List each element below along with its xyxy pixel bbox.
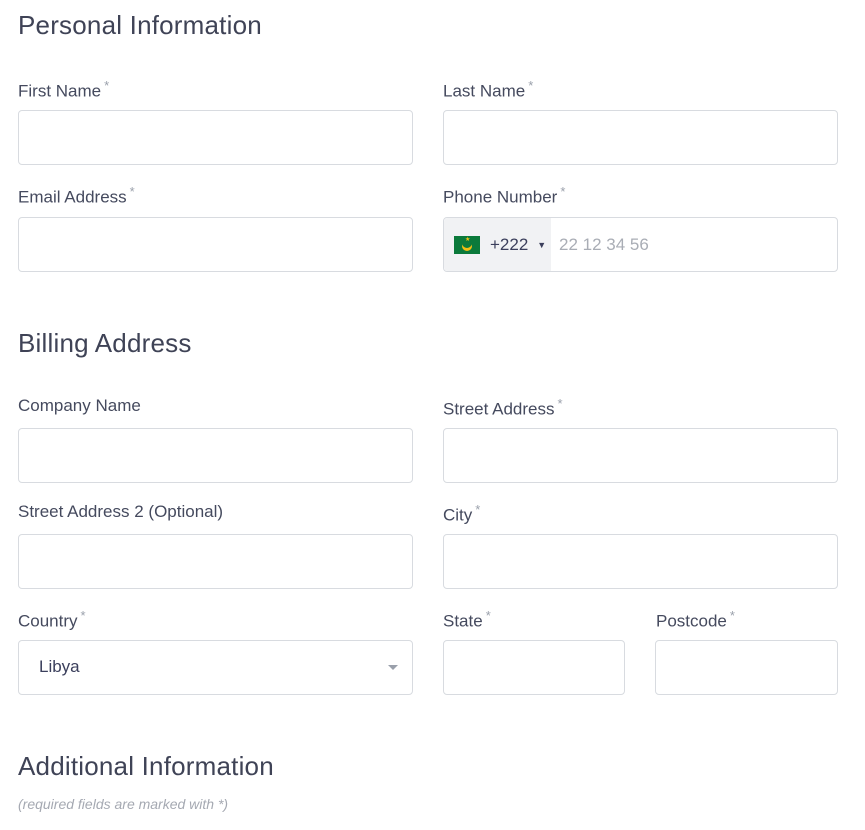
last-name-input[interactable]: [444, 111, 837, 164]
country-select[interactable]: Libya: [18, 640, 413, 695]
section-title-additional: Additional Information: [18, 751, 274, 781]
required-asterisk: *: [557, 396, 563, 411]
required-asterisk: *: [475, 502, 481, 517]
company-label-text: Company Name: [18, 396, 141, 415]
phone-field: ★ +222 ▼: [443, 217, 838, 272]
street2-label: Street Address 2 (Optional): [18, 502, 223, 522]
postcode-input[interactable]: [656, 641, 837, 694]
section-title-personal: Personal Information: [18, 10, 262, 40]
email-input[interactable]: [19, 218, 412, 271]
required-asterisk: *: [129, 184, 135, 199]
company-field[interactable]: [18, 428, 413, 483]
dial-code: +222: [490, 234, 529, 254]
state-label-text: State: [443, 611, 483, 631]
caret-down-icon: ▼: [537, 239, 547, 250]
country-label: Country *: [18, 608, 86, 632]
street-label: Street Address *: [443, 396, 563, 420]
email-label: Email Address *: [18, 184, 135, 208]
street2-input[interactable]: [19, 535, 412, 588]
phone-input[interactable]: [551, 218, 837, 271]
first-name-input[interactable]: [19, 111, 412, 164]
city-field[interactable]: [443, 534, 838, 589]
state-input[interactable]: [444, 641, 624, 694]
city-label: City *: [443, 502, 480, 526]
mauritania-flag-icon: ★: [454, 235, 480, 254]
street-field[interactable]: [443, 428, 838, 483]
postcode-label: Postcode *: [656, 608, 735, 632]
city-label-text: City: [443, 505, 473, 525]
company-input[interactable]: [19, 429, 412, 482]
postcode-label-text: Postcode: [656, 611, 727, 631]
required-asterisk: *: [104, 78, 110, 93]
required-fields-note: (required fields are marked with *): [18, 796, 229, 812]
required-asterisk: *: [80, 608, 86, 623]
country-label-text: Country: [18, 611, 78, 631]
last-name-label: Last Name *: [443, 78, 533, 102]
required-asterisk: *: [560, 184, 566, 199]
state-field[interactable]: [443, 640, 625, 695]
phone-label: Phone Number *: [443, 184, 565, 208]
country-select-value: Libya: [39, 657, 80, 676]
street-label-text: Street Address: [443, 399, 555, 419]
first-name-field[interactable]: [18, 110, 413, 165]
company-label: Company Name: [18, 396, 141, 416]
required-asterisk: *: [729, 608, 735, 623]
first-name-label-text: First Name: [18, 81, 102, 101]
phone-label-text: Phone Number: [443, 187, 558, 207]
section-title-billing: Billing Address: [18, 328, 192, 358]
flag-crescent-icon: [462, 241, 472, 251]
email-field[interactable]: [18, 217, 413, 272]
street-input[interactable]: [444, 429, 837, 482]
street2-field[interactable]: [18, 534, 413, 589]
postcode-field[interactable]: [655, 640, 838, 695]
required-asterisk: *: [528, 78, 534, 93]
last-name-label-text: Last Name: [443, 81, 526, 101]
chevron-down-icon: [388, 665, 398, 670]
state-label: State *: [443, 608, 491, 632]
email-label-text: Email Address: [18, 187, 127, 207]
required-asterisk: *: [485, 608, 491, 623]
phone-input-wrap: [551, 218, 837, 271]
country-code-selector[interactable]: ★ +222 ▼: [444, 218, 551, 271]
city-input[interactable]: [444, 535, 837, 588]
street2-label-text: Street Address 2 (Optional): [18, 502, 224, 521]
last-name-field[interactable]: [443, 110, 838, 165]
first-name-label: First Name *: [18, 78, 109, 102]
